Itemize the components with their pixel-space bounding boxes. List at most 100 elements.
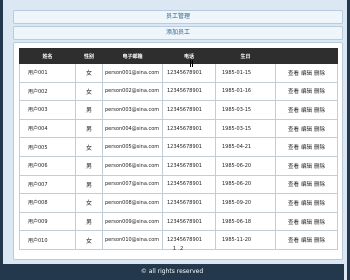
delete-link[interactable]: 删除 [314, 125, 325, 133]
table-row: 用户002 女 person002@sina.com 12345678901 1985-… [19, 81, 338, 102]
view-link[interactable]: 查看 [288, 218, 299, 226]
add-employee-bar[interactable]: 添加员工 [13, 26, 343, 40]
view-link[interactable]: 查看 [288, 69, 299, 77]
cell-gender: 女 [75, 137, 103, 157]
cell-phone: 12345678901 [162, 155, 216, 176]
cell-phone: 12345678901 [162, 100, 216, 120]
edit-link[interactable]: 编辑 [301, 199, 312, 207]
cell-phone: 12345678901 [162, 81, 216, 102]
header-actions [275, 48, 338, 64]
cell-birthday: 1985-01-16 [215, 81, 276, 102]
cell-gender: 女 [75, 63, 103, 83]
edit-link[interactable]: 编辑 [301, 218, 312, 226]
page-title[interactable]: 员工管理 [166, 13, 190, 20]
table-row: 用户003 男 person003@sina.com 12345678901 1985-… [19, 100, 338, 120]
cell-email: person003@sina.com [102, 100, 163, 120]
cell-name: 用户004 [19, 118, 76, 139]
cell-gender: 男 [75, 211, 103, 232]
cell-actions: 查看 编辑 删除 [275, 174, 338, 195]
cell-gender: 女 [75, 81, 103, 102]
edit-link[interactable]: 编辑 [301, 162, 312, 170]
employee-table-wrap: 姓名 性别 电子邮箱 电话 生日 用户001 女 person001@sina.co… [19, 48, 338, 250]
add-employee-link[interactable]: 添加员工 [166, 29, 190, 36]
table-row: 用户006 男 person006@sina.com 12345678901 1985-… [19, 155, 338, 176]
view-link[interactable]: 查看 [288, 162, 299, 170]
cell-name: 用户007 [19, 174, 76, 195]
text-cursor-icon [190, 60, 193, 67]
cell-actions: 查看 编辑 删除 [275, 118, 338, 139]
delete-link[interactable]: 删除 [314, 87, 325, 95]
cell-phone: 12345678901 [162, 63, 216, 83]
cell-phone: 12345678901 [162, 211, 216, 232]
copyright-text: © all rights reserved [140, 268, 204, 275]
edit-link[interactable]: 编辑 [301, 106, 312, 114]
table-header: 姓名 性别 电子邮箱 电话 生日 [19, 48, 338, 64]
page-title-bar[interactable]: 员工管理 [13, 10, 343, 24]
cell-email: person009@sina.com [102, 211, 163, 232]
cell-name: 用户008 [19, 193, 76, 213]
delete-link[interactable]: 删除 [314, 180, 325, 188]
edit-link[interactable]: 编辑 [301, 87, 312, 95]
cell-name: 用户006 [19, 155, 76, 176]
app-frame: 员工管理 添加员工 姓名 性别 电子邮箱 电话 生日 用户001 女 perso… [0, 0, 350, 280]
cell-birthday: 1985-06-20 [215, 155, 276, 176]
view-link[interactable]: 查看 [288, 180, 299, 188]
table-body: 用户001 女 person001@sina.com 12345678901 1985-… [19, 63, 338, 250]
cell-birthday: 1985-04-21 [215, 137, 276, 157]
edit-link[interactable]: 编辑 [301, 236, 312, 244]
cell-birthday: 1985-03-15 [215, 100, 276, 120]
view-link[interactable]: 查看 [288, 143, 299, 151]
delete-link[interactable]: 删除 [314, 218, 325, 226]
cell-actions: 查看 编辑 删除 [275, 193, 338, 213]
edit-link[interactable]: 编辑 [301, 125, 312, 133]
cell-name: 用户002 [19, 81, 76, 102]
cell-actions: 查看 编辑 删除 [275, 100, 338, 120]
view-link[interactable]: 查看 [288, 199, 299, 207]
table-row: 用户005 女 person005@sina.com 12345678901 1985-… [19, 137, 338, 157]
cell-phone: 12345678901 [162, 174, 216, 195]
cell-birthday: 1985-01-15 [215, 63, 276, 83]
edit-link[interactable]: 编辑 [301, 69, 312, 77]
delete-link[interactable]: 删除 [314, 162, 325, 170]
cell-birthday: 1985-09-20 [215, 193, 276, 213]
cell-name: 用户003 [19, 100, 76, 120]
footer: © all rights reserved [0, 264, 344, 280]
cell-actions: 查看 编辑 删除 [275, 63, 338, 83]
employee-panel: 姓名 性别 电子邮箱 电话 生日 用户001 女 person001@sina.co… [13, 42, 343, 260]
cell-birthday: 1985-06-18 [215, 211, 276, 232]
pagination: 1 2 [14, 246, 342, 252]
delete-link[interactable]: 删除 [314, 236, 325, 244]
header-phone: 电话 [162, 48, 216, 64]
header-email: 电子邮箱 [102, 48, 163, 64]
page-1-link[interactable]: 1 [173, 246, 177, 252]
edit-link[interactable]: 编辑 [301, 143, 312, 151]
delete-link[interactable]: 删除 [314, 199, 325, 207]
cell-gender: 男 [75, 118, 103, 139]
cell-birthday: 1985-06-20 [215, 174, 276, 195]
cell-email: person005@sina.com [102, 137, 163, 157]
table-row: 用户004 男 person004@sina.com 12345678901 1985-… [19, 118, 338, 139]
table-row: 用户001 女 person001@sina.com 12345678901 1985-… [19, 63, 338, 83]
cell-email: person008@sina.com [102, 193, 163, 213]
view-link[interactable]: 查看 [288, 106, 299, 114]
page-2-link[interactable]: 2 [180, 246, 184, 252]
header-name: 姓名 [19, 48, 76, 64]
cell-actions: 查看 编辑 删除 [275, 137, 338, 157]
delete-link[interactable]: 删除 [314, 69, 325, 77]
view-link[interactable]: 查看 [288, 236, 299, 244]
view-link[interactable]: 查看 [288, 87, 299, 95]
cell-actions: 查看 编辑 删除 [275, 155, 338, 176]
cell-gender: 男 [75, 174, 103, 195]
cell-email: person001@sina.com [102, 63, 163, 83]
delete-link[interactable]: 删除 [314, 106, 325, 114]
view-link[interactable]: 查看 [288, 125, 299, 133]
table-row: 用户009 男 person009@sina.com 12345678901 1985-… [19, 211, 338, 232]
cell-birthday: 1985-03-15 [215, 118, 276, 139]
delete-link[interactable]: 删除 [314, 143, 325, 151]
edit-link[interactable]: 编辑 [301, 180, 312, 188]
cell-email: person002@sina.com [102, 81, 163, 102]
cell-name: 用户009 [19, 211, 76, 232]
cell-gender: 女 [75, 193, 103, 213]
cell-gender: 男 [75, 100, 103, 120]
employee-table: 姓名 性别 电子邮箱 电话 生日 用户001 女 person001@sina.co… [19, 48, 338, 250]
